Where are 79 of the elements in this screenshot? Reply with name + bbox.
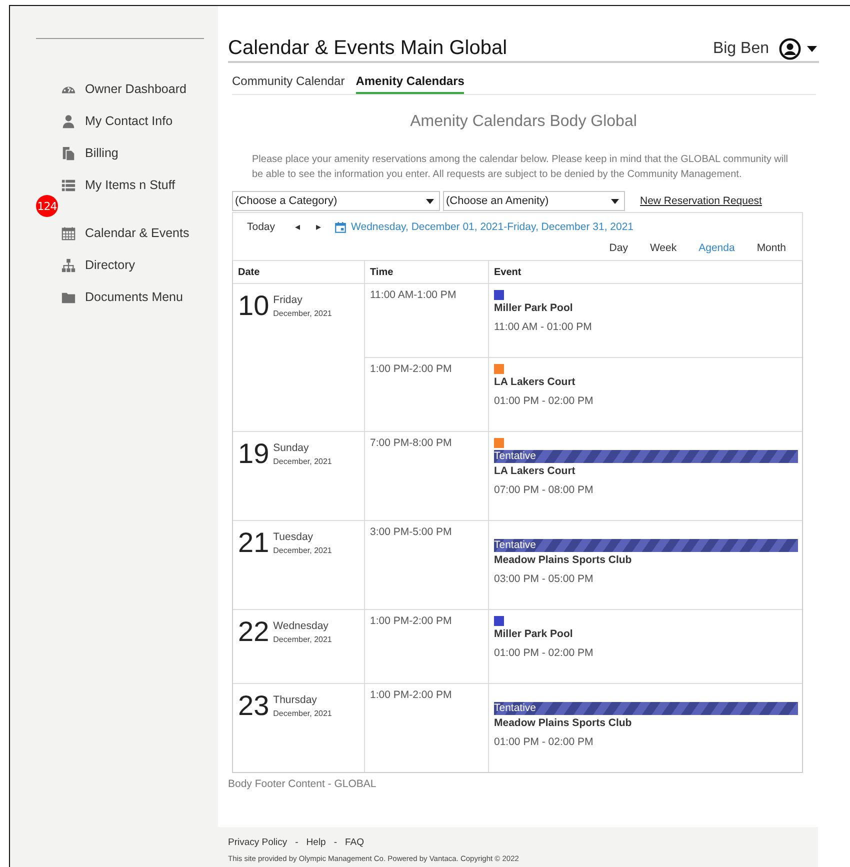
count-badge: 124 [36, 195, 58, 217]
month-year: December, 2021 [273, 309, 332, 318]
day-number: 10 [238, 292, 270, 323]
month-year: December, 2021 [273, 709, 332, 718]
calendar-icon[interactable] [335, 222, 346, 232]
column-header: Date [233, 261, 365, 283]
next-button[interactable]: ▸ [316, 221, 322, 233]
date-range-link[interactable]: Wednesday, December 01, 2021-Friday, December 31, 2021 [351, 221, 634, 233]
person-icon [61, 114, 76, 128]
time-cell: 1:00 PM-2:00 PM [365, 610, 489, 683]
event-name[interactable]: Meadow Plains Sports Club [494, 554, 798, 566]
body-footer-text: Body Footer Content - GLOBAL [228, 778, 378, 790]
caret-icon[interactable] [807, 46, 817, 52]
event-time: 01:00 PM - 02:00 PM [494, 395, 594, 407]
footer-link[interactable]: Privacy Policy [228, 837, 288, 848]
sidebar-item[interactable]: Owner Dashboard [10, 73, 218, 105]
weekday: Wednesday [273, 620, 330, 632]
caret-icon [611, 198, 619, 204]
view-button[interactable]: Week [650, 242, 677, 254]
user-avatar-icon[interactable] [779, 38, 801, 60]
new-reservation-link[interactable]: New Reservation Request [640, 195, 762, 207]
column-header: Event [493, 266, 522, 280]
separator: - [295, 837, 298, 848]
sidebar-item[interactable]: Billing [10, 137, 218, 169]
day-number: 19 [238, 440, 270, 471]
tentative-bar: Tentative [494, 539, 798, 552]
today-button[interactable]: Today [247, 221, 276, 233]
user-name: Big Ben [712, 40, 769, 58]
time-cell: 11:00 AM-1:00 PM [365, 284, 489, 357]
event-time: 01:00 PM - 02:00 PM [494, 647, 594, 659]
separator: - [334, 837, 338, 848]
tentative-bar: Tentative [494, 450, 798, 463]
day-number: 22 [238, 618, 270, 649]
day-number: 21 [238, 529, 270, 560]
tab[interactable]: Community Calendar [232, 72, 345, 94]
month-year: December, 2021 [273, 457, 332, 466]
section-title: Amenity Calendars Body Global [409, 113, 638, 131]
footer-link[interactable]: Help [306, 837, 326, 848]
event-name[interactable]: LA Lakers Court [494, 465, 798, 477]
time-cell: 7:00 PM-8:00 PM [365, 432, 489, 520]
event-time: 01:00 PM - 02:00 PM [494, 736, 594, 748]
event-name[interactable]: LA Lakers Court [494, 376, 798, 388]
documents-icon [61, 146, 76, 160]
month-year: December, 2021 [273, 635, 332, 644]
event-time: 03:00 PM - 05:00 PM [494, 573, 594, 585]
sidebar-item[interactable]: Calendar & Events [10, 217, 218, 249]
event-name[interactable]: Miller Park Pool [494, 628, 798, 640]
weekday: Tuesday [273, 531, 314, 543]
sidebar-item[interactable]: My Contact Info [10, 105, 218, 137]
time-cell: 3:00 PM-5:00 PM [365, 521, 489, 609]
time-cell: 1:00 PM-2:00 PM [365, 358, 489, 431]
sidebar-item[interactable]: Directory [10, 249, 218, 281]
intro-text: Please place your amenity reservations among the calendar below. Please keep in mind that the GLOBAL community will be able to see the information you enter. All requests are subject to be denied by the Community Management. [252, 153, 790, 182]
weekday: Thursday [273, 694, 318, 706]
time-cell: 1:00 PM-2:00 PM [365, 684, 489, 772]
previous-button[interactable]: ◂ [295, 221, 300, 233]
event-name[interactable]: Miller Park Pool [494, 302, 798, 314]
footer-link[interactable]: FAQ [345, 837, 364, 848]
sidebar-item[interactable]: Documents Menu [10, 281, 218, 313]
view-button[interactable]: Month [756, 242, 786, 254]
list-icon [61, 178, 76, 192]
weekday: Friday [273, 294, 304, 306]
view-button[interactable]: Agenda [698, 242, 735, 254]
column-header: Time [365, 261, 489, 283]
amenity-dropdown[interactable]: (Choose an Amenity) [443, 191, 625, 211]
calendar-icon [61, 226, 76, 240]
tentative-bar: Tentative [494, 702, 798, 715]
caret-icon [426, 198, 434, 204]
view-button[interactable]: Day [609, 242, 628, 254]
event-name[interactable]: Meadow Plains Sports Club [494, 717, 798, 729]
event-time: 11:00 AM - 01:00 PM [494, 321, 593, 333]
month-year: December, 2021 [273, 546, 332, 555]
weekday: Sunday [273, 442, 310, 454]
tab[interactable]: Amenity Calendars [356, 72, 464, 94]
category-dropdown[interactable]: (Choose a Category) [232, 191, 440, 211]
day-number: 23 [238, 692, 270, 723]
page-title: Calendar & Events Main Global [228, 37, 508, 60]
sitemap-icon [61, 258, 76, 272]
event-time: 07:00 PM - 08:00 PM [494, 484, 594, 496]
